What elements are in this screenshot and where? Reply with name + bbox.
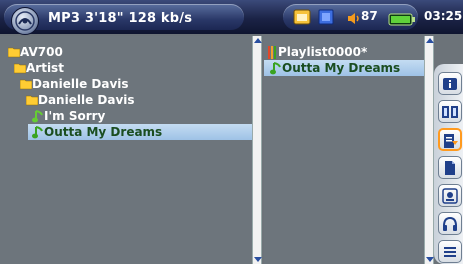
browser-button[interactable] [438,100,462,123]
menu-icon [444,247,456,257]
file-browser-panel: AV700 Artist Danielle Davis Danielle Dav… [0,36,252,264]
list-item[interactable]: I'm Sorry [0,108,252,124]
list-item[interactable]: AV700 [0,44,252,60]
scroll-up-icon[interactable] [254,38,262,46]
list-item-label: Danielle Davis [32,77,129,91]
track-info-text: MP3 3'18" 128 kb/s [48,11,193,26]
add-to-playlist-button[interactable] [438,128,462,151]
battery-icon [388,11,416,30]
menu-button[interactable] [438,240,462,263]
list-item-label: Playlist0000* [278,45,368,59]
scroll-down-icon[interactable] [254,254,262,262]
playlist-panel: Playlist0000* Outta My Dreams [264,36,426,264]
music-note-icon [32,126,44,143]
list-item-label: Outta My Dreams [44,125,163,139]
volume-level: 87 [361,9,378,23]
settings-icon [442,188,458,204]
list-item-label: AV700 [20,45,63,59]
file-icon [445,161,455,175]
file-button[interactable] [438,156,462,179]
scroll-down-icon[interactable] [426,254,434,262]
settings-button[interactable] [438,184,462,207]
add-to-playlist-icon [444,134,458,148]
speaker-icon [347,10,360,29]
side-toolbar [434,64,463,264]
headphones-button[interactable] [438,212,462,235]
clock: 03:25 [424,9,463,23]
list-item-selected[interactable]: Outta My Dreams [264,60,424,76]
list-item-label: Artist [26,61,64,75]
document-status-icon [318,9,334,29]
playlist-header[interactable]: Playlist0000* [264,44,426,60]
left-scrollbar[interactable] [252,36,262,264]
list-item-label: Danielle Davis [38,93,135,107]
list-item[interactable]: Danielle Davis [0,92,252,108]
list-item-selected[interactable]: Outta My Dreams [28,124,252,140]
browser-icon [442,106,458,118]
info-button[interactable] [438,72,462,95]
info-icon [443,78,457,90]
archos-logo-icon [11,7,39,35]
list-item[interactable]: Artist [0,60,252,76]
scroll-up-icon[interactable] [426,38,434,46]
list-item-label: Outta My Dreams [282,61,401,75]
music-note-icon [270,62,282,79]
list-item[interactable]: Danielle Davis [0,76,252,92]
folder-status-icon [293,9,311,29]
status-bar: MP3 3'18" 128 kb/s 87 03:25 [0,0,463,35]
right-scrollbar[interactable] [424,36,434,264]
headphones-icon [443,216,457,231]
list-item-label: I'm Sorry [44,109,106,123]
track-info-pill: MP3 3'18" 128 kb/s [4,4,244,35]
